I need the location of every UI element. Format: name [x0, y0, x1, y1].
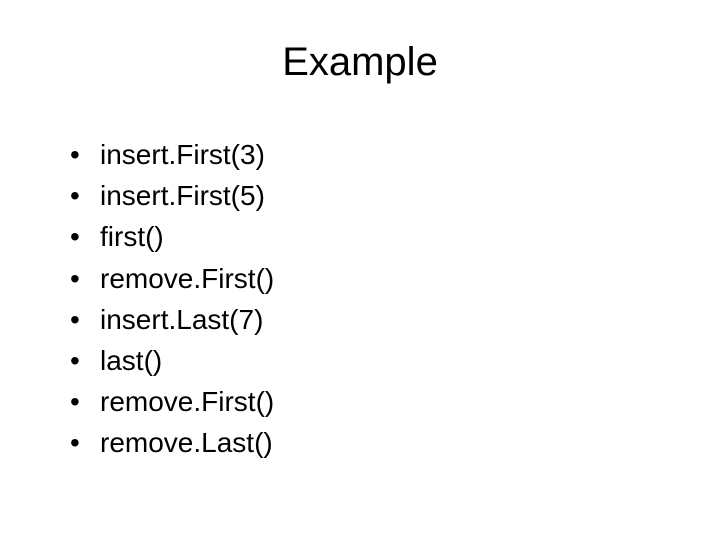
list-item: • last(): [70, 341, 680, 380]
list-item: • first(): [70, 217, 680, 256]
slide-container: Example • insert.First(3) • insert.First…: [0, 0, 720, 540]
slide-title: Example: [40, 40, 680, 85]
list-item: • insert.First(3): [70, 135, 680, 174]
list-item: • remove.First(): [70, 259, 680, 298]
list-item: • insert.Last(7): [70, 300, 680, 339]
bullet-icon: •: [70, 382, 100, 421]
list-item: • remove.Last(): [70, 423, 680, 462]
bullet-icon: •: [70, 176, 100, 215]
bullet-text: insert.First(5): [100, 176, 680, 215]
bullet-icon: •: [70, 423, 100, 462]
bullet-text: remove.Last(): [100, 423, 680, 462]
bullet-icon: •: [70, 300, 100, 339]
list-item: • insert.First(5): [70, 176, 680, 215]
bullet-icon: •: [70, 135, 100, 174]
list-item: • remove.First(): [70, 382, 680, 421]
bullet-icon: •: [70, 341, 100, 380]
bullet-text: insert.Last(7): [100, 300, 680, 339]
bullet-text: remove.First(): [100, 382, 680, 421]
bullet-text: insert.First(3): [100, 135, 680, 174]
bullet-text: remove.First(): [100, 259, 680, 298]
bullet-icon: •: [70, 259, 100, 298]
bullet-icon: •: [70, 217, 100, 256]
bullet-text: first(): [100, 217, 680, 256]
bullet-text: last(): [100, 341, 680, 380]
bullet-list: • insert.First(3) • insert.First(5) • fi…: [40, 135, 680, 463]
